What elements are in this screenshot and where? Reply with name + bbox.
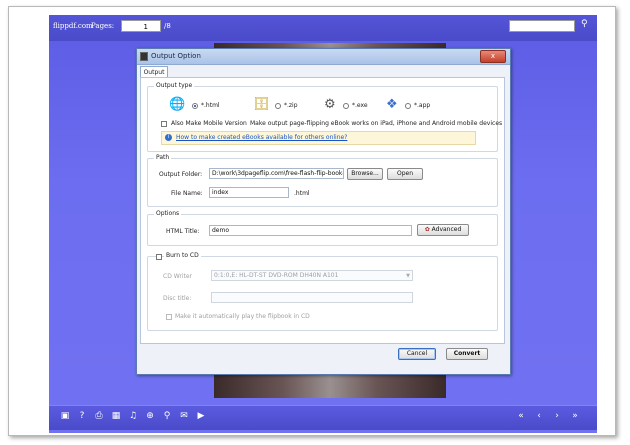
last-page-icon[interactable]: » bbox=[569, 411, 581, 421]
thumbnails-icon[interactable]: ▦ bbox=[110, 411, 122, 421]
chevron-down-icon: ▼ bbox=[406, 273, 410, 279]
viewer-top-toolbar: flippdf.com Pages: 1 /8 ⚲ bbox=[49, 15, 597, 41]
radio-zip[interactable] bbox=[275, 103, 281, 109]
dialog-titlebar[interactable]: Output Option x bbox=[137, 49, 510, 65]
advanced-button[interactable]: ✿ Advanced bbox=[417, 224, 469, 236]
dialog-title: Output Option bbox=[151, 52, 201, 60]
search-icon[interactable]: ⚲ bbox=[161, 411, 173, 421]
screenshot-frame: flippdf.com Pages: 1 /8 ⚲ ▣ ? ⎙ ▦ ♫ ⊕ ⚲ … bbox=[8, 6, 616, 436]
help-banner: i How to make created eBooks available f… bbox=[161, 131, 476, 145]
path-title: Path bbox=[154, 154, 172, 161]
prev-page-icon[interactable]: ‹ bbox=[533, 411, 545, 421]
zoom-in-icon[interactable]: ⊕ bbox=[144, 411, 156, 421]
info-icon: i bbox=[165, 134, 172, 141]
advanced-icon: ✿ bbox=[424, 226, 432, 233]
radio-html-label: *.html bbox=[201, 102, 220, 109]
options-title: Options bbox=[154, 210, 182, 217]
output-folder-label: Output Folder: bbox=[159, 171, 203, 178]
first-page-icon[interactable]: « bbox=[515, 411, 527, 421]
email-icon[interactable]: ✉ bbox=[178, 411, 190, 421]
browse-button[interactable]: Browse... bbox=[347, 168, 383, 180]
magnifier-icon[interactable]: ⚲ bbox=[581, 19, 588, 29]
radio-html[interactable] bbox=[192, 103, 198, 109]
viewer-bottom-toolbar: ▣ ? ⎙ ▦ ♫ ⊕ ⚲ ✉ ▶ « ‹ › » bbox=[49, 405, 597, 430]
brand-link[interactable]: flippdf.com bbox=[53, 22, 93, 30]
open-button[interactable]: Open bbox=[387, 168, 423, 180]
autoplay-checkbox[interactable] bbox=[166, 314, 172, 320]
disc-title-label: Disc title: bbox=[163, 295, 192, 302]
print-icon[interactable]: ⎙ bbox=[93, 411, 105, 421]
zip-archive-icon: 🗄 bbox=[253, 97, 270, 112]
radio-zip-label: *.zip bbox=[284, 102, 298, 109]
radio-app-label: *.app bbox=[414, 102, 431, 109]
mobile-version-description: Make output page-flipping eBook works on… bbox=[250, 120, 503, 127]
burn-cd-checkbox[interactable] bbox=[156, 254, 162, 260]
file-extension: .html bbox=[294, 190, 310, 197]
cd-writer-select[interactable]: 0:1:0,E: HL-DT-ST DVD-ROM DH40N A101 ▼ bbox=[211, 270, 413, 281]
output-type-title: Output type bbox=[154, 82, 195, 89]
viewer-search-input[interactable] bbox=[509, 20, 575, 32]
advanced-label: Advanced bbox=[431, 226, 462, 233]
app-icon bbox=[140, 52, 148, 61]
play-icon[interactable]: ▶ bbox=[195, 411, 207, 421]
burn-cd-title: Burn to CD bbox=[164, 252, 201, 259]
output-option-dialog: Output Option x Output Output type 🌐 *.h… bbox=[136, 48, 511, 375]
mobile-version-checkbox[interactable] bbox=[161, 121, 167, 127]
path-group bbox=[147, 158, 498, 207]
exe-gears-icon: ⚙ bbox=[324, 97, 336, 112]
autoplay-label: Make it automatically play the flipbook … bbox=[175, 313, 310, 320]
html-title-label: HTML Title: bbox=[166, 228, 200, 235]
radio-exe[interactable] bbox=[343, 103, 349, 109]
output-tab-panel: Output type 🌐 *.html 🗄 *.zip ⚙ *.exe ❖ *… bbox=[140, 77, 505, 344]
help-link[interactable]: How to make created eBooks available for… bbox=[176, 134, 347, 141]
convert-button[interactable]: Convert bbox=[446, 348, 488, 360]
file-name-label: File Name: bbox=[171, 190, 203, 197]
cancel-button[interactable]: Cancel bbox=[398, 348, 436, 360]
output-folder-input[interactable]: D:\work\3dpageflip.com\free-flash-flip-b… bbox=[209, 168, 344, 179]
cd-writer-label: CD Writer bbox=[163, 273, 193, 280]
close-button[interactable]: x bbox=[480, 50, 506, 63]
cd-writer-value: 0:1:0,E: HL-DT-ST DVD-ROM DH40N A101 bbox=[214, 272, 339, 279]
disc-title-input[interactable] bbox=[211, 292, 413, 303]
next-page-icon[interactable]: › bbox=[551, 411, 563, 421]
mobile-version-label: Also Make Mobile Version bbox=[171, 120, 247, 127]
sound-icon[interactable]: ♫ bbox=[127, 411, 139, 421]
radio-app[interactable] bbox=[405, 103, 411, 109]
page-number-input[interactable]: 1 bbox=[121, 20, 161, 32]
file-name-input[interactable]: index bbox=[209, 187, 289, 198]
page-total: /8 bbox=[164, 22, 171, 30]
html-title-input[interactable]: demo bbox=[209, 225, 412, 236]
fullscreen-icon[interactable]: ▣ bbox=[59, 411, 71, 421]
pages-label: Pages: bbox=[91, 22, 115, 30]
mac-app-icon: ❖ bbox=[386, 97, 398, 112]
help-icon[interactable]: ? bbox=[76, 411, 88, 421]
globe-icon: 🌐 bbox=[169, 97, 186, 112]
radio-exe-label: *.exe bbox=[352, 102, 368, 109]
